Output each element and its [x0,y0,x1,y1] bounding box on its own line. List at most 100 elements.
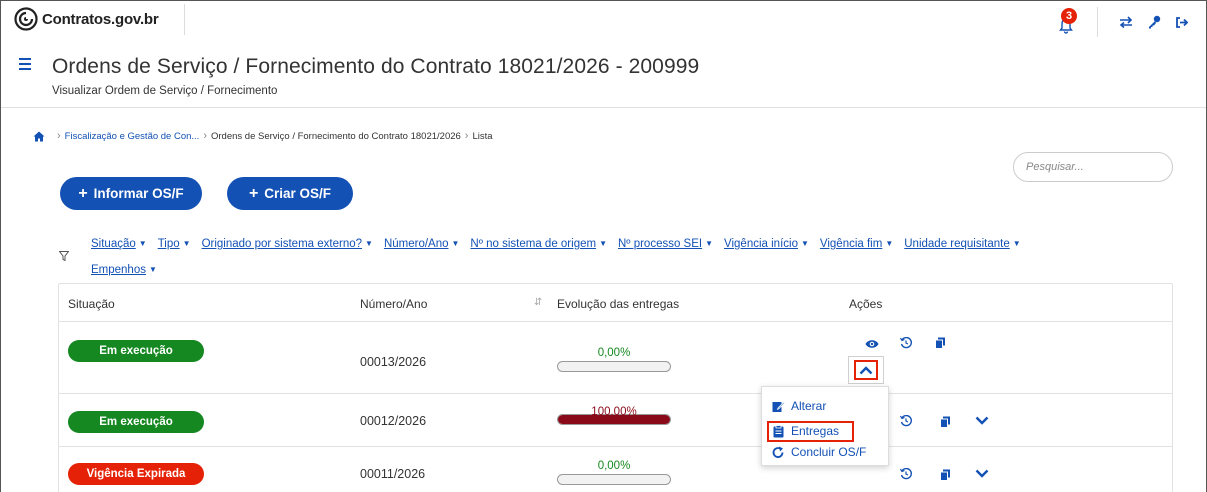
status-badge: Vigência Expirada [68,463,204,485]
redo-icon [772,446,784,458]
history-button[interactable] [897,465,915,483]
breadcrumb-separator: › [464,130,469,142]
caret-down-icon: ▼ [365,239,373,248]
home-icon[interactable] [33,131,45,142]
informar-osf-button[interactable]: + Informar OS/F [60,177,202,210]
numero-ano-cell: 00013/2026 [360,355,427,369]
caret-down-icon: ▼ [800,239,809,248]
history-button[interactable] [897,412,915,430]
column-header-numero-ano[interactable]: Número/Ano [360,297,427,311]
progress-bar [557,361,671,372]
menu-item-alterar[interactable]: Alterar [772,399,826,413]
breadcrumb-separator: › [57,130,61,142]
notifications-button[interactable]: 3 [1053,8,1079,34]
history-button[interactable] [897,334,915,352]
copy-button[interactable] [936,466,954,484]
key-button[interactable] [1140,10,1168,34]
highlight-box [767,421,854,442]
caret-down-icon: ▼ [451,239,460,248]
filter-numero-ano[interactable]: Número/Ano ▼ [384,238,459,250]
filter-situacao[interactable]: Situação ▼ [91,238,147,250]
brand-logo[interactable]: Contratos.gov.br [14,7,159,31]
plus-icon: + [248,184,259,202]
column-header-acoes: Ações [849,297,883,311]
title-divider [1,107,1206,108]
filter-unidade-requisitante[interactable]: Unidade requisitante ▼ [904,238,1020,250]
progress-label: 0,00% [597,347,631,359]
filter-processo-sei[interactable]: Nº processo SEI ▼ [618,238,713,250]
criar-osf-button[interactable]: + Criar OS/F [227,177,353,210]
logout-button[interactable] [1168,10,1196,34]
top-bar: Contratos.gov.br 3 [1,1,1206,39]
swap-button[interactable] [1112,10,1140,34]
table-row: Vigência Expirada 00011/2026 0,00% [59,447,1172,492]
caret-down-icon: ▼ [885,239,894,248]
brand-name: Contratos.gov.br [42,10,159,28]
caret-down-icon: ▼ [138,239,147,248]
copy-icon [939,416,950,428]
table-row: Em execução 00012/2026 100,00% [59,394,1172,447]
search-input[interactable] [1013,152,1173,182]
caret-down-icon: ▼ [182,239,191,248]
edit-icon [772,400,785,412]
filter-icon [59,251,69,261]
status-badge: Em execução [68,411,204,433]
eye-icon [865,340,879,348]
progress-cell: 100,00% [557,406,671,425]
status-badge: Em execução [68,340,204,362]
chevron-up-icon [859,365,873,374]
breadcrumb-item-lista: Lista [472,130,493,142]
expand-button[interactable] [973,464,991,482]
filter-vigencia-inicio[interactable]: Vigência início ▼ [724,238,809,250]
caret-down-icon: ▼ [705,239,714,248]
copy-button[interactable] [936,413,954,431]
filter-originado-externo[interactable]: Originado por sistema externo? ▼ [202,238,373,250]
chevron-down-icon [975,416,989,425]
progress-bar [557,474,671,485]
header-actions: 3 [1053,7,1196,37]
filter-numero-origem[interactable]: Nº no sistema de origem ▼ [470,238,607,250]
expand-button[interactable] [973,411,991,429]
filter-empenhos[interactable]: Empenhos ▼ [91,264,157,276]
history-icon [900,337,912,349]
page-title: Ordens de Serviço / Fornecimento do Cont… [52,55,700,78]
sort-icon[interactable]: ⇵ [534,297,542,308]
progress-cell: 0,00% [557,460,671,485]
numero-ano-cell: 00012/2026 [360,414,427,428]
breadcrumb-item-fiscalizacao[interactable]: Fiscalização e Gestão de Con... [65,131,200,142]
copy-button[interactable] [931,334,949,352]
plus-icon: + [78,184,88,202]
column-header-situacao[interactable]: Situação [68,297,115,311]
collapse-button[interactable] [848,356,884,384]
caret-down-icon: ▼ [1012,239,1021,248]
breadcrumb-separator: › [203,130,207,142]
history-icon [900,415,912,427]
progress-cell: 0,00% [557,347,671,372]
filter-vigencia-fim[interactable]: Vigência fim ▼ [820,238,893,250]
filters-row-1: Situação ▼ Tipo ▼ Originado por sistema ex… [91,238,1032,250]
filters-row-2: Empenhos ▼ [91,264,168,276]
header-divider-right [1097,7,1098,37]
logout-icon [1176,16,1189,28]
actions-dropdown-menu: Alterar Entregas Concluir OS/F [761,386,889,466]
highlight-box [854,360,878,380]
menu-item-concluir[interactable]: Concluir OS/F [772,445,866,459]
breadcrumb-item-ordens: Ordens de Serviço / Fornecimento do Cont… [211,130,461,142]
swap-icon [1119,16,1133,28]
copy-icon [934,337,945,349]
notifications-badge: 3 [1061,8,1077,24]
copy-icon [939,469,950,481]
menu-toggle-icon[interactable] [19,58,31,72]
column-header-evolucao[interactable]: Evolução das entregas [557,297,679,311]
numero-ano-cell: 00011/2026 [360,467,426,481]
view-button[interactable] [863,335,881,353]
filter-tipo[interactable]: Tipo ▼ [158,238,191,250]
app-frame: Contratos.gov.br 3 Ordens de Serviço / F… [0,0,1207,492]
history-icon [900,468,912,480]
brand-logo-icon [14,7,38,31]
breadcrumb: › Fiscalização e Gestão de Con... › Orde… [33,130,493,142]
orders-table: Situação Número/Ano ⇵ Evolução das entre… [58,283,1173,492]
criar-osf-label: Criar OS/F [264,186,332,201]
informar-osf-label: Informar OS/F [93,186,184,201]
table-header: Situação Número/Ano ⇵ Evolução das entre… [59,284,1172,322]
